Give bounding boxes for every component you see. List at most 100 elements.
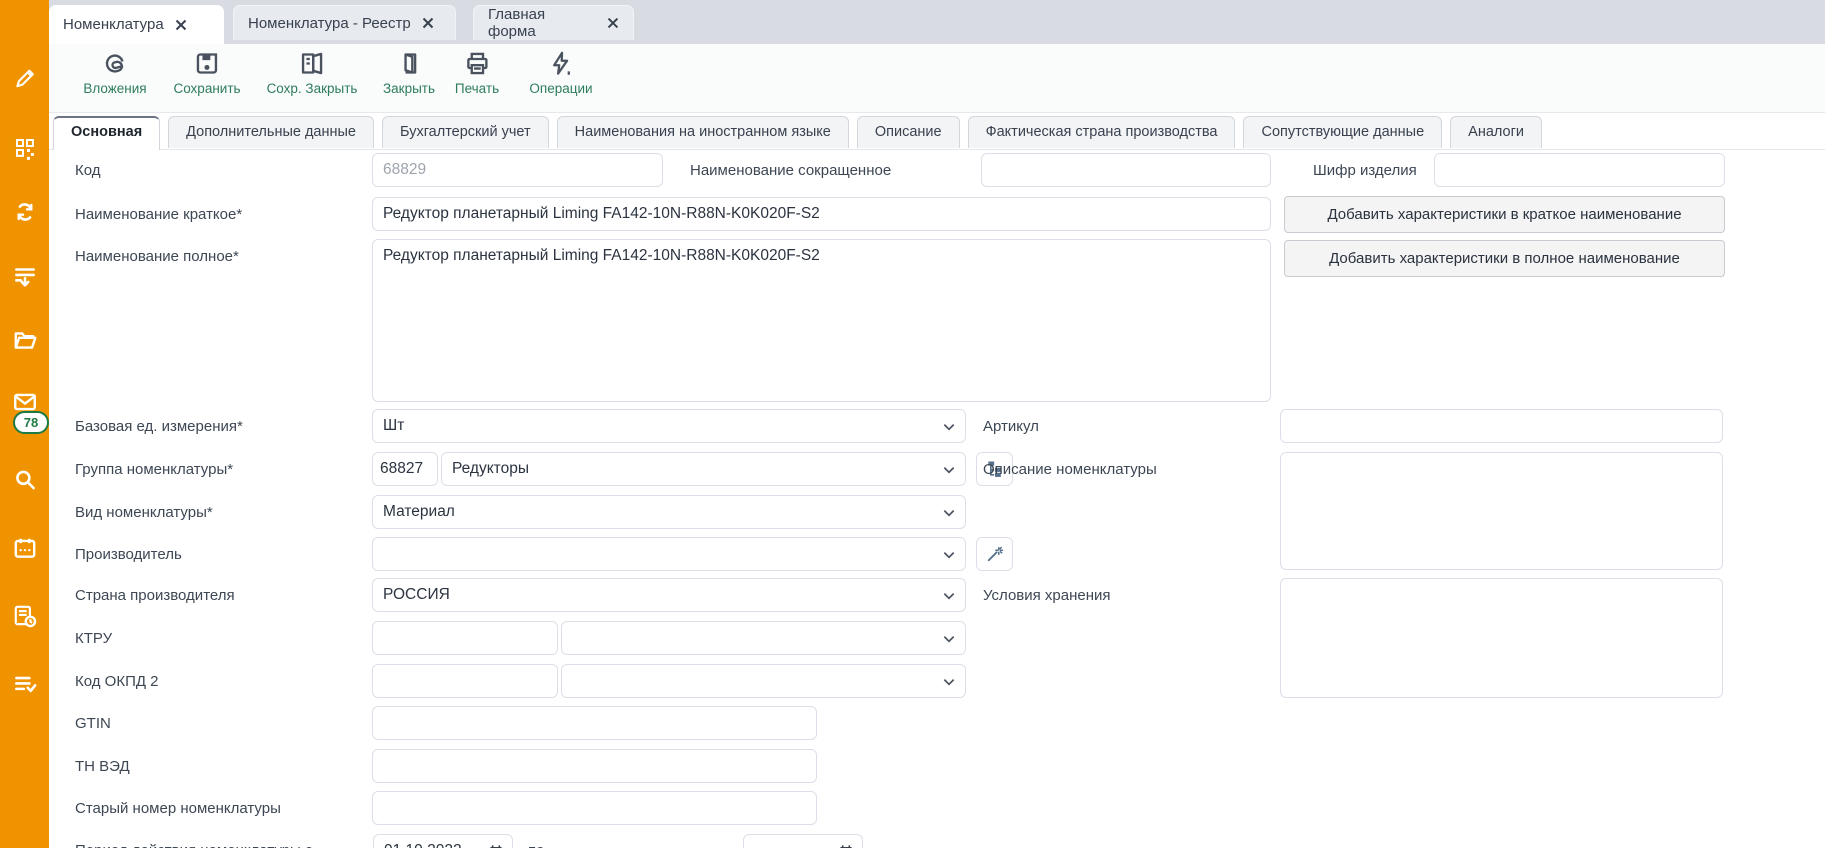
chevron-down-icon: [941, 631, 957, 647]
chevron-down-icon: [941, 588, 957, 604]
mail-badge: 78: [13, 411, 49, 434]
pencil-icon[interactable]: [12, 65, 38, 91]
gtin-label: GTIN: [75, 715, 111, 732]
window-tab-glavnaya-forma[interactable]: Главная форма: [473, 5, 634, 40]
tnved-label: ТН ВЭД: [75, 758, 130, 775]
tab-dopolnitelnye-dannye[interactable]: Дополнительные данные: [168, 116, 374, 148]
calendar-icon[interactable]: [12, 535, 38, 561]
sync-icon[interactable]: [12, 199, 38, 225]
tab-osnovnaya[interactable]: Основная: [53, 116, 160, 150]
chevron-down-icon: [941, 674, 957, 690]
naim-kratkoe-label: Наименование краткое*: [75, 206, 242, 223]
opisanie-label: Описание номенклатуры: [983, 461, 1157, 478]
toolbar-label: Печать: [455, 81, 499, 96]
stary-nomer-input[interactable]: [372, 791, 817, 825]
gruppa-code-input[interactable]: [372, 452, 438, 486]
kod-label: Код: [75, 162, 101, 179]
toolbar-label: Вложения: [83, 81, 146, 96]
paperclip-icon: [102, 50, 129, 77]
okpd-code-input[interactable]: [372, 664, 558, 698]
kod-input[interactable]: [372, 153, 663, 187]
artikul-input[interactable]: [1280, 409, 1723, 443]
search-icon[interactable]: [12, 467, 38, 493]
ktru-label: КТРУ: [75, 630, 112, 647]
usloviya-label: Условия хранения: [983, 587, 1111, 604]
gruppa-select[interactable]: Редукторы: [441, 452, 966, 486]
toolbar-divider: [49, 112, 1825, 113]
bazovaya-label: Базовая ед. измерения*: [75, 418, 243, 435]
ktru-select[interactable]: [561, 621, 966, 655]
add-characteristics-short-button[interactable]: Добавить характеристики в краткое наимен…: [1284, 196, 1725, 233]
tab-opisanie[interactable]: Описание: [857, 116, 960, 148]
operations-button[interactable]: Операции: [529, 50, 592, 96]
attachments-button[interactable]: Вложения: [83, 50, 146, 96]
shifr-label: Шифр изделия: [1313, 162, 1417, 179]
okpd-label: Код ОКПД 2: [75, 673, 159, 690]
close-icon[interactable]: [175, 19, 187, 31]
bazovaya-select[interactable]: Шт: [372, 409, 966, 443]
naim-polnoe-label: Наименование полное*: [75, 248, 239, 265]
proizvoditel-select[interactable]: [372, 537, 966, 571]
period-from-input[interactable]: 01.10.2022: [373, 834, 513, 848]
stary-nomer-label: Старый номер номенклатуры: [75, 800, 281, 817]
strana-select[interactable]: РОССИЯ: [372, 578, 966, 612]
magic-wand-icon: [985, 544, 1005, 564]
operations-icon: [548, 50, 575, 77]
shifr-input[interactable]: [1434, 153, 1725, 187]
save-icon: [194, 50, 221, 77]
vid-value: Материал: [383, 503, 455, 521]
chevron-down-icon: [941, 419, 957, 435]
strana-label: Страна производителя: [75, 587, 235, 604]
window-tab-label: Главная форма: [488, 6, 596, 40]
tab-analogi[interactable]: Аналоги: [1450, 116, 1542, 148]
period-to-input[interactable]: [743, 834, 863, 848]
save-close-button[interactable]: Сохр. Закрыть: [267, 50, 358, 96]
window-tab-label: Номенклатура - Реестр: [248, 15, 411, 32]
tab-inostrannye-naimenovaniya[interactable]: Наименования на иностранном языке: [557, 116, 849, 148]
tab-fakticheskaya-strana[interactable]: Фактическая страна производства: [968, 116, 1236, 148]
sidebar: 78: [0, 0, 49, 848]
naim-sokr-input[interactable]: [981, 153, 1271, 187]
tab-buhgalterskiy-uchet[interactable]: Бухгалтерский учет: [382, 116, 549, 148]
chevron-down-icon: [941, 505, 957, 521]
calendar-small-icon: [488, 844, 504, 848]
close-button[interactable]: Закрыть: [383, 50, 435, 96]
folder-icon[interactable]: [12, 327, 38, 353]
close-icon[interactable]: [422, 17, 434, 29]
print-button[interactable]: Печать: [455, 50, 499, 96]
gruppa-label: Группа номенклатуры*: [75, 461, 233, 478]
period-from-value: 01.10.2022: [384, 842, 462, 848]
journal-clock-icon[interactable]: [12, 603, 38, 629]
app-window: 78 Номенклатура Номенклатура - Реестр Гл…: [0, 0, 1825, 848]
door-close-icon: [396, 50, 423, 77]
period-po-label: по: [528, 842, 544, 848]
checklist-icon[interactable]: [12, 671, 38, 697]
period-label: Период действия номенклатуры с: [75, 842, 312, 848]
proizvoditel-wand-button[interactable]: [976, 537, 1013, 571]
tnved-input[interactable]: [372, 749, 817, 783]
calendar-small-icon: [838, 844, 854, 848]
naim-sokr-label: Наименование сокращенное: [690, 162, 891, 179]
save-button[interactable]: Сохранить: [173, 50, 240, 96]
tab-soputstvuyushchie-dannye[interactable]: Сопутствующие данные: [1243, 116, 1442, 148]
usloviya-textarea[interactable]: [1280, 578, 1723, 698]
bazovaya-value: Шт: [383, 417, 404, 435]
window-tab-nomenklatura-reestr[interactable]: Номенклатура - Реестр: [233, 5, 456, 40]
qr-code-icon[interactable]: [12, 135, 38, 161]
window-tab-nomenklatura[interactable]: Номенклатура: [49, 5, 224, 44]
toolbar-label: Сохранить: [173, 81, 240, 96]
naim-polnoe-textarea[interactable]: Редуктор планетарный Liming FA142-10N-R8…: [372, 239, 1271, 402]
proizvoditel-label: Производитель: [75, 546, 182, 563]
naim-kratkoe-input[interactable]: [372, 197, 1271, 231]
toolbar-label: Закрыть: [383, 81, 435, 96]
close-icon[interactable]: [607, 17, 619, 29]
gtin-input[interactable]: [372, 706, 817, 740]
print-icon: [463, 50, 490, 77]
toolbar: Вложения Сохранить Сохр. Закрыть Закрыть…: [49, 44, 1825, 112]
vid-select[interactable]: Материал: [372, 495, 966, 529]
print-queue-icon[interactable]: [12, 263, 38, 289]
add-characteristics-full-button[interactable]: Добавить характеристики в полное наимено…: [1284, 240, 1725, 277]
okpd-select[interactable]: [561, 664, 966, 698]
opisanie-textarea[interactable]: [1280, 452, 1723, 570]
ktru-code-input[interactable]: [372, 621, 558, 655]
